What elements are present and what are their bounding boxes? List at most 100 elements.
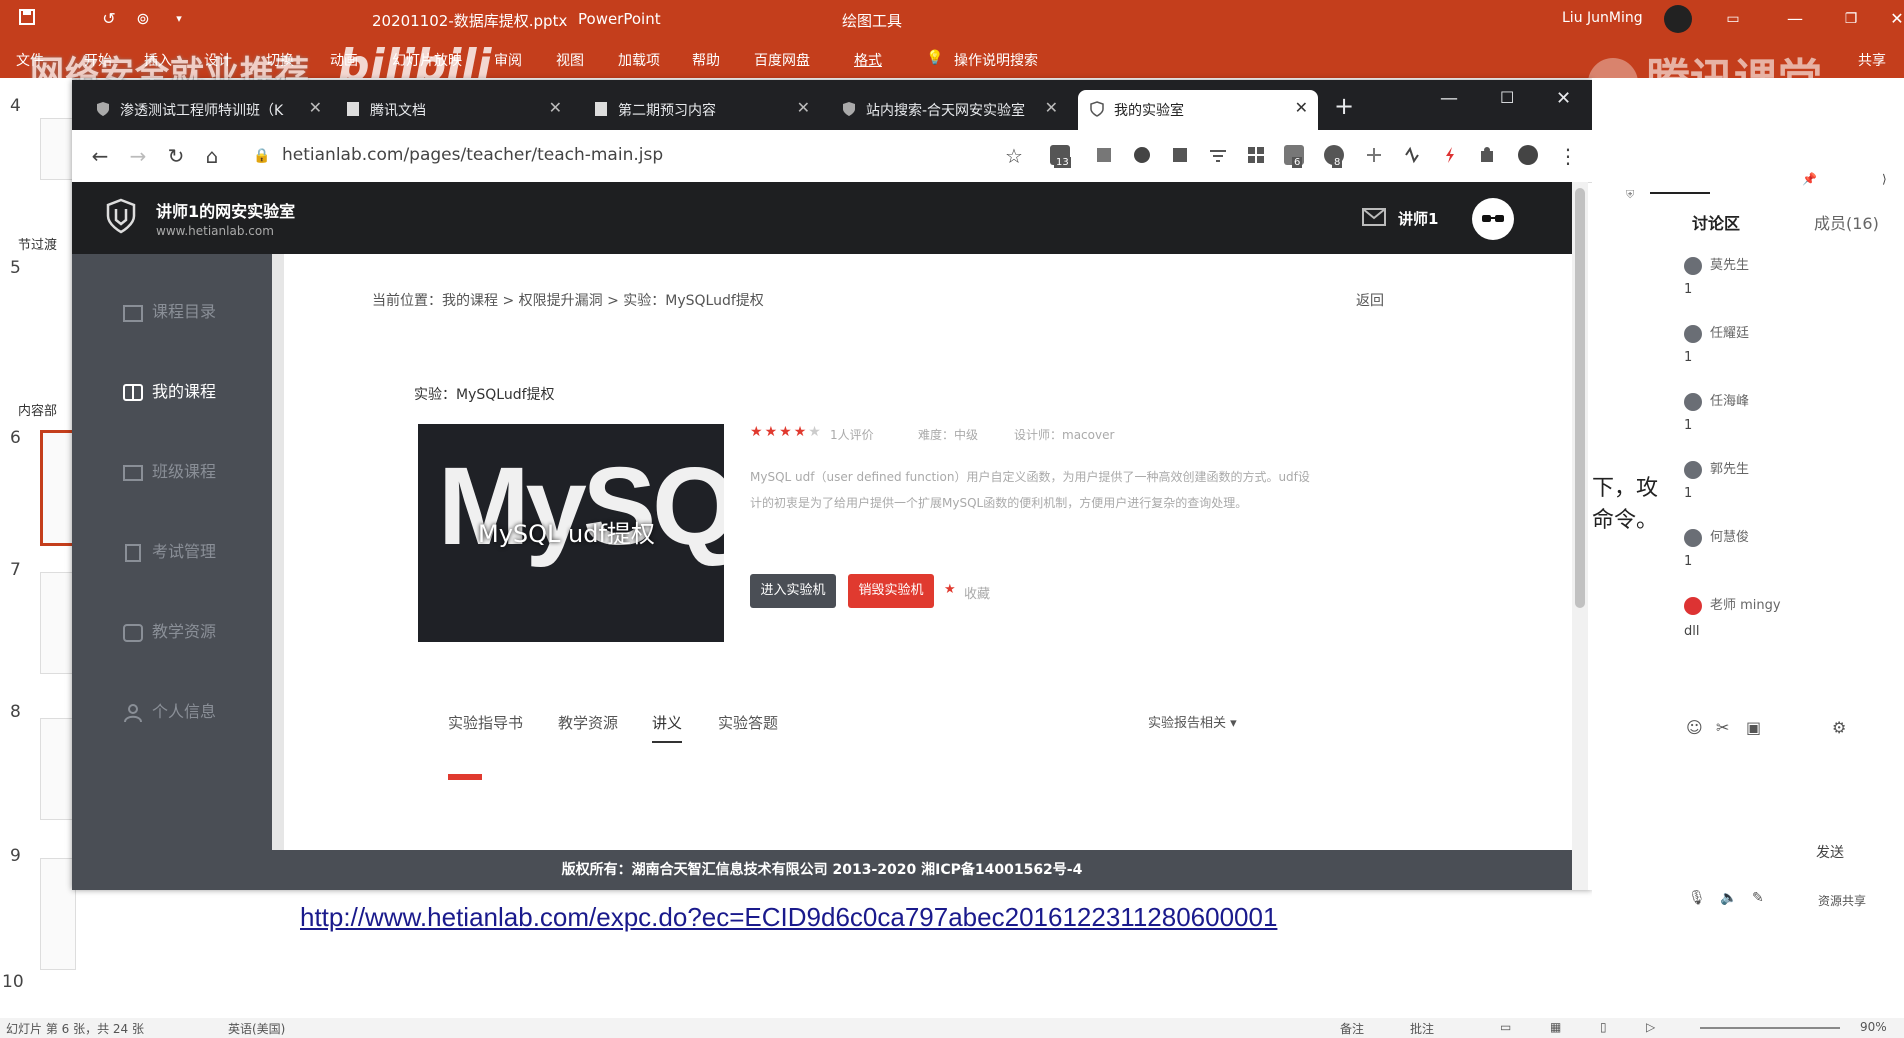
reload-icon[interactable]: ↻ — [164, 144, 188, 168]
extension-icon[interactable]: 8 — [1324, 145, 1344, 168]
tab-guide[interactable]: 实验指导书 — [448, 712, 523, 733]
profile-icon[interactable] — [1518, 145, 1538, 165]
normal-view-icon[interactable]: ▭ — [1500, 1020, 1511, 1034]
tell-me-search[interactable]: 操作说明搜索 — [954, 50, 1038, 70]
close-icon[interactable]: ✕ — [1886, 8, 1904, 30]
sidebar-item-teaching-resources[interactable]: 教学资源 — [122, 618, 216, 643]
new-tab-icon[interactable]: + — [1334, 92, 1354, 120]
sidebar-item-personal-info[interactable]: 个人信息 — [122, 698, 216, 723]
chat-input[interactable] — [1676, 758, 1896, 908]
favorite-link[interactable]: 收藏 — [964, 583, 990, 602]
extension-icon[interactable] — [1094, 145, 1114, 165]
notes-button[interactable]: 备注 — [1340, 1020, 1364, 1037]
site-name[interactable]: 讲师1的网安实验室 — [156, 198, 295, 222]
back-link[interactable]: 返回 — [1356, 290, 1384, 310]
mic-icon[interactable]: 🎙 — [1688, 890, 1706, 906]
extension-icon[interactable] — [1246, 145, 1266, 165]
header-user-name[interactable]: 讲师1 — [1398, 208, 1438, 229]
settings-icon[interactable]: ⚙ — [1832, 718, 1846, 737]
minimize-icon[interactable]: — — [1440, 88, 1458, 109]
pin-icon[interactable]: 📌 — [1802, 172, 1817, 186]
user-avatar[interactable] — [1472, 198, 1514, 240]
sidebar-item-class-courses[interactable]: 班级课程 — [122, 458, 216, 483]
present-icon[interactable]: ⊚ — [132, 8, 154, 30]
sidebar-item-exam-management[interactable]: 考试管理 — [122, 538, 216, 563]
close-tab-icon[interactable]: ✕ — [1045, 98, 1058, 117]
send-button[interactable]: 发送 — [1816, 842, 1844, 862]
enter-lab-button[interactable]: 进入实验机 — [750, 574, 836, 608]
tab-quiz[interactable]: 实验答题 — [718, 712, 778, 733]
tab-resources[interactable]: 教学资源 — [558, 712, 618, 733]
sidebar-item-course-catalog[interactable]: 课程目录 — [122, 298, 216, 323]
ribbon-tab-review[interactable]: 审阅 — [494, 50, 522, 70]
section-label[interactable]: 节过渡 — [18, 234, 57, 253]
page-scrollbar[interactable] — [1572, 182, 1588, 890]
menu-dots-icon[interactable]: ⋮ — [1556, 144, 1580, 168]
tab-discussion[interactable]: 讨论区 — [1692, 210, 1740, 234]
bookmark-star-icon[interactable]: ☆ — [1002, 144, 1026, 168]
extension-icon[interactable] — [1440, 145, 1460, 165]
extension-icon[interactable] — [1170, 145, 1190, 165]
scissors-icon[interactable]: ✂ — [1716, 718, 1729, 737]
close-window-icon[interactable]: ✕ — [1556, 88, 1571, 109]
section-label[interactable]: 内容部 — [18, 400, 57, 419]
ribbon-tab-view[interactable]: 视图 — [556, 50, 584, 70]
slideshow-icon[interactable]: ▷ — [1646, 1020, 1655, 1034]
resource-share[interactable]: 资源共享 — [1818, 892, 1866, 909]
collapse-icon[interactable]: ⟩ — [1882, 172, 1887, 186]
image-icon[interactable]: ▣ — [1746, 718, 1761, 737]
destroy-lab-button[interactable]: 销毁实验机 — [848, 574, 934, 608]
extension-icon[interactable] — [1208, 145, 1228, 165]
extension-icon[interactable]: 13 — [1050, 145, 1071, 168]
maximize-icon[interactable]: ☐ — [1500, 88, 1514, 107]
sidebar-scrollbar[interactable] — [272, 254, 284, 850]
favorite-star-icon[interactable]: ★ — [944, 582, 956, 597]
ribbon-tab-baidu[interactable]: 百度网盘 — [754, 50, 810, 70]
pen-icon[interactable]: ✎ — [1752, 890, 1764, 906]
close-tab-icon[interactable]: ✕ — [797, 98, 810, 117]
close-tab-icon[interactable]: ✕ — [1295, 98, 1308, 117]
forward-icon[interactable]: → — [126, 144, 150, 168]
zoom-slider[interactable] — [1700, 1027, 1840, 1029]
back-icon[interactable]: ← — [88, 144, 112, 168]
customize-toolbar-icon[interactable]: ▾ — [168, 8, 190, 30]
slide-thumbnail[interactable] — [40, 858, 76, 970]
mail-icon[interactable] — [1362, 208, 1386, 226]
home-icon[interactable]: ⌂ — [200, 144, 224, 168]
extension-icon[interactable] — [1364, 145, 1384, 165]
minimize-icon[interactable]: — — [1784, 8, 1806, 30]
ribbon-tab-help[interactable]: 帮助 — [692, 50, 720, 70]
share-button[interactable]: 共享 — [1858, 50, 1886, 70]
restore-icon[interactable]: ❐ — [1840, 8, 1862, 30]
scrollbar-thumb[interactable] — [1575, 188, 1585, 608]
extension-icon[interactable] — [1402, 145, 1422, 165]
extension-icon[interactable] — [1132, 145, 1152, 165]
slide-thumbnail[interactable] — [40, 118, 76, 180]
emoji-icon[interactable]: ☺ — [1686, 718, 1703, 737]
ribbon-tab-addins[interactable]: 加载项 — [618, 50, 660, 70]
sidebar-item-my-courses[interactable]: 我的课程 — [122, 378, 216, 403]
close-tab-icon[interactable]: ✕ — [549, 98, 562, 117]
slide-sorter-icon[interactable]: ▦ — [1550, 1020, 1561, 1034]
speaker-icon[interactable]: 🔈 — [1720, 890, 1737, 906]
language[interactable]: 英语(美国) — [228, 1020, 285, 1037]
reading-view-icon[interactable]: ▯ — [1600, 1020, 1607, 1034]
close-tab-icon[interactable]: ✕ — [309, 98, 322, 117]
slide-hyperlink[interactable]: http://www.hetianlab.com/expc.do?ec=ECID… — [300, 902, 1277, 933]
extension-icon[interactable]: 6 — [1284, 145, 1304, 168]
undo-icon[interactable]: ↺ — [98, 8, 120, 30]
slide-thumbnail[interactable] — [40, 572, 76, 674]
browser-tab[interactable]: 腾讯文档 ✕ — [334, 90, 572, 130]
browser-tab[interactable]: 站内搜索-合天网安实验室 ✕ — [830, 90, 1068, 130]
slide-thumbnail[interactable] — [40, 718, 76, 820]
comments-button[interactable]: 批注 — [1410, 1020, 1434, 1037]
zoom-level[interactable]: 90% — [1860, 1020, 1887, 1034]
tab-members[interactable]: 成员(16) — [1814, 210, 1879, 234]
user-avatar[interactable] — [1664, 5, 1692, 33]
puzzle-icon[interactable] — [1478, 145, 1498, 165]
ribbon-display-icon[interactable]: ▭ — [1722, 8, 1744, 30]
browser-tab[interactable]: 渗透测试工程师特训班（K ✕ — [84, 90, 332, 130]
ribbon-tab-format[interactable]: 格式 — [854, 50, 882, 70]
browser-tab[interactable]: 第二期预习内容 ✕ — [582, 90, 820, 130]
save-icon[interactable] — [18, 8, 40, 30]
